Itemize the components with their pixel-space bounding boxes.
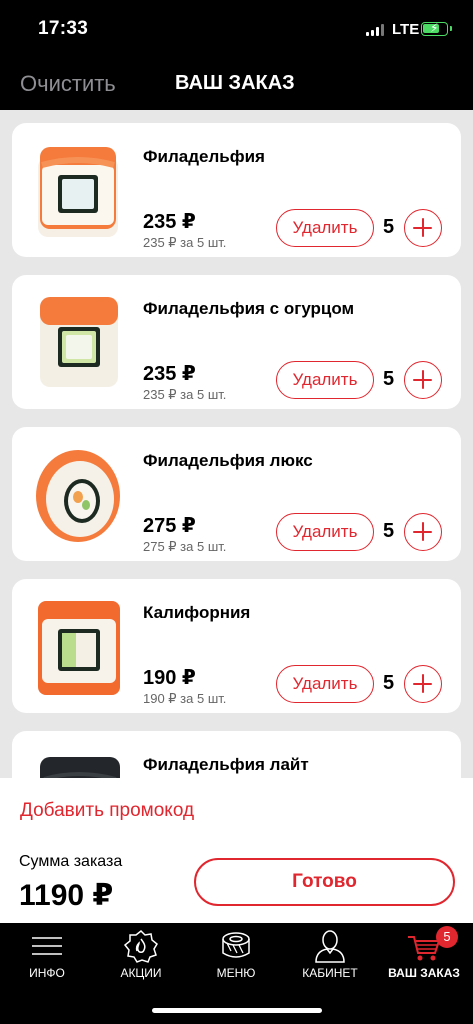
order-item: Филадельфия 235 ₽ 235 ₽ за 5 шт. Удалить…: [12, 123, 461, 257]
item-quantity: 5: [383, 216, 395, 238]
item-subtotal: 275 ₽ за 5 шт.: [143, 539, 227, 554]
item-quantity: 5: [383, 368, 395, 390]
tab-bar: ИНФО АКЦИИ МЕНЮ КАБИНЕТ 5 ВАШ ЗАКАЗ: [0, 923, 473, 1024]
page-title: ВАШ ЗАКАЗ: [175, 72, 295, 94]
delete-button[interactable]: Удалить: [276, 209, 374, 247]
tab-label: ИНФО: [29, 966, 65, 980]
item-subtotal: 235 ₽ за 5 шт.: [143, 387, 227, 402]
tab-label: КАБИНЕТ: [302, 966, 358, 980]
sum-value: 1190 ₽: [19, 879, 114, 912]
delete-button[interactable]: Удалить: [276, 665, 374, 703]
order-list[interactable]: Филадельфия 235 ₽ 235 ₽ за 5 шт. Удалить…: [0, 110, 473, 778]
done-button[interactable]: Готово: [194, 858, 455, 906]
sum-label: Сумма заказа: [19, 853, 123, 870]
plus-icon[interactable]: [404, 209, 442, 247]
order-item: Филадельфия с огурцом 235 ₽ 235 ₽ за 5 ш…: [12, 275, 461, 409]
item-quantity: 5: [383, 672, 395, 694]
battery-icon: ⚡: [421, 21, 452, 36]
sushi-image: [38, 147, 118, 237]
order-summary: Добавить промокод Сумма заказа 1190 ₽ Го…: [0, 778, 473, 923]
item-name: Филадельфия люкс: [143, 451, 313, 470]
item-subtotal: 190 ₽ за 5 шт.: [143, 691, 227, 706]
menu-lines-icon: [32, 937, 62, 955]
item-price: 235 ₽: [143, 363, 196, 385]
tab-info[interactable]: ИНФО: [0, 923, 94, 989]
order-item: Калифорния 190 ₽ 190 ₽ за 5 шт. Удалить …: [12, 579, 461, 713]
item-subtotal: 235 ₽ за 5 шт.: [143, 235, 227, 250]
network-label: LTE: [392, 21, 420, 38]
status-time: 17:33: [38, 18, 89, 39]
tab-promotions[interactable]: АКЦИИ: [94, 923, 188, 989]
add-promo-link[interactable]: Добавить промокод: [20, 800, 194, 822]
home-indicator[interactable]: [152, 1008, 322, 1013]
plus-icon[interactable]: [404, 513, 442, 551]
item-price: 235 ₽: [143, 211, 196, 233]
sushi-image: [40, 757, 120, 778]
delete-button[interactable]: Удалить: [276, 513, 374, 551]
status-bar: 17:33 LTE ⚡: [0, 0, 473, 58]
item-price: 275 ₽: [143, 515, 196, 537]
order-item: Филадельфия люкс 275 ₽ 275 ₽ за 5 шт. Уд…: [12, 427, 461, 561]
cart-badge: 5: [436, 926, 458, 948]
clear-button[interactable]: Очистить: [20, 71, 116, 97]
header: Очистить ВАШ ЗАКАЗ: [0, 58, 473, 110]
tab-label: АКЦИИ: [120, 966, 162, 980]
item-name: Филадельфия: [143, 147, 265, 166]
tab-your-order[interactable]: 5 ВАШ ЗАКАЗ: [377, 923, 471, 989]
sushi-image: [40, 297, 118, 387]
delete-button[interactable]: Удалить: [276, 361, 374, 399]
order-item: Филадельфия лайт: [12, 731, 461, 778]
flame-badge-icon: [124, 929, 158, 963]
tab-menu[interactable]: МЕНЮ: [189, 923, 283, 989]
tab-account[interactable]: КАБИНЕТ: [283, 923, 377, 989]
plus-icon[interactable]: [404, 665, 442, 703]
item-name: Калифорния: [143, 603, 251, 622]
signal-icon: [366, 24, 386, 36]
sushi-image: [38, 601, 120, 695]
tab-label: ВАШ ЗАКАЗ: [388, 966, 460, 980]
item-name: Филадельфия с огурцом: [143, 299, 355, 318]
tab-label: МЕНЮ: [216, 966, 256, 980]
sushi-image: [36, 450, 120, 542]
plus-icon[interactable]: [404, 361, 442, 399]
item-name: Филадельфия лайт: [143, 755, 309, 774]
item-quantity: 5: [383, 520, 395, 542]
sushi-roll-icon: [222, 932, 250, 958]
item-price: 190 ₽: [143, 667, 196, 689]
user-icon: [315, 930, 345, 963]
